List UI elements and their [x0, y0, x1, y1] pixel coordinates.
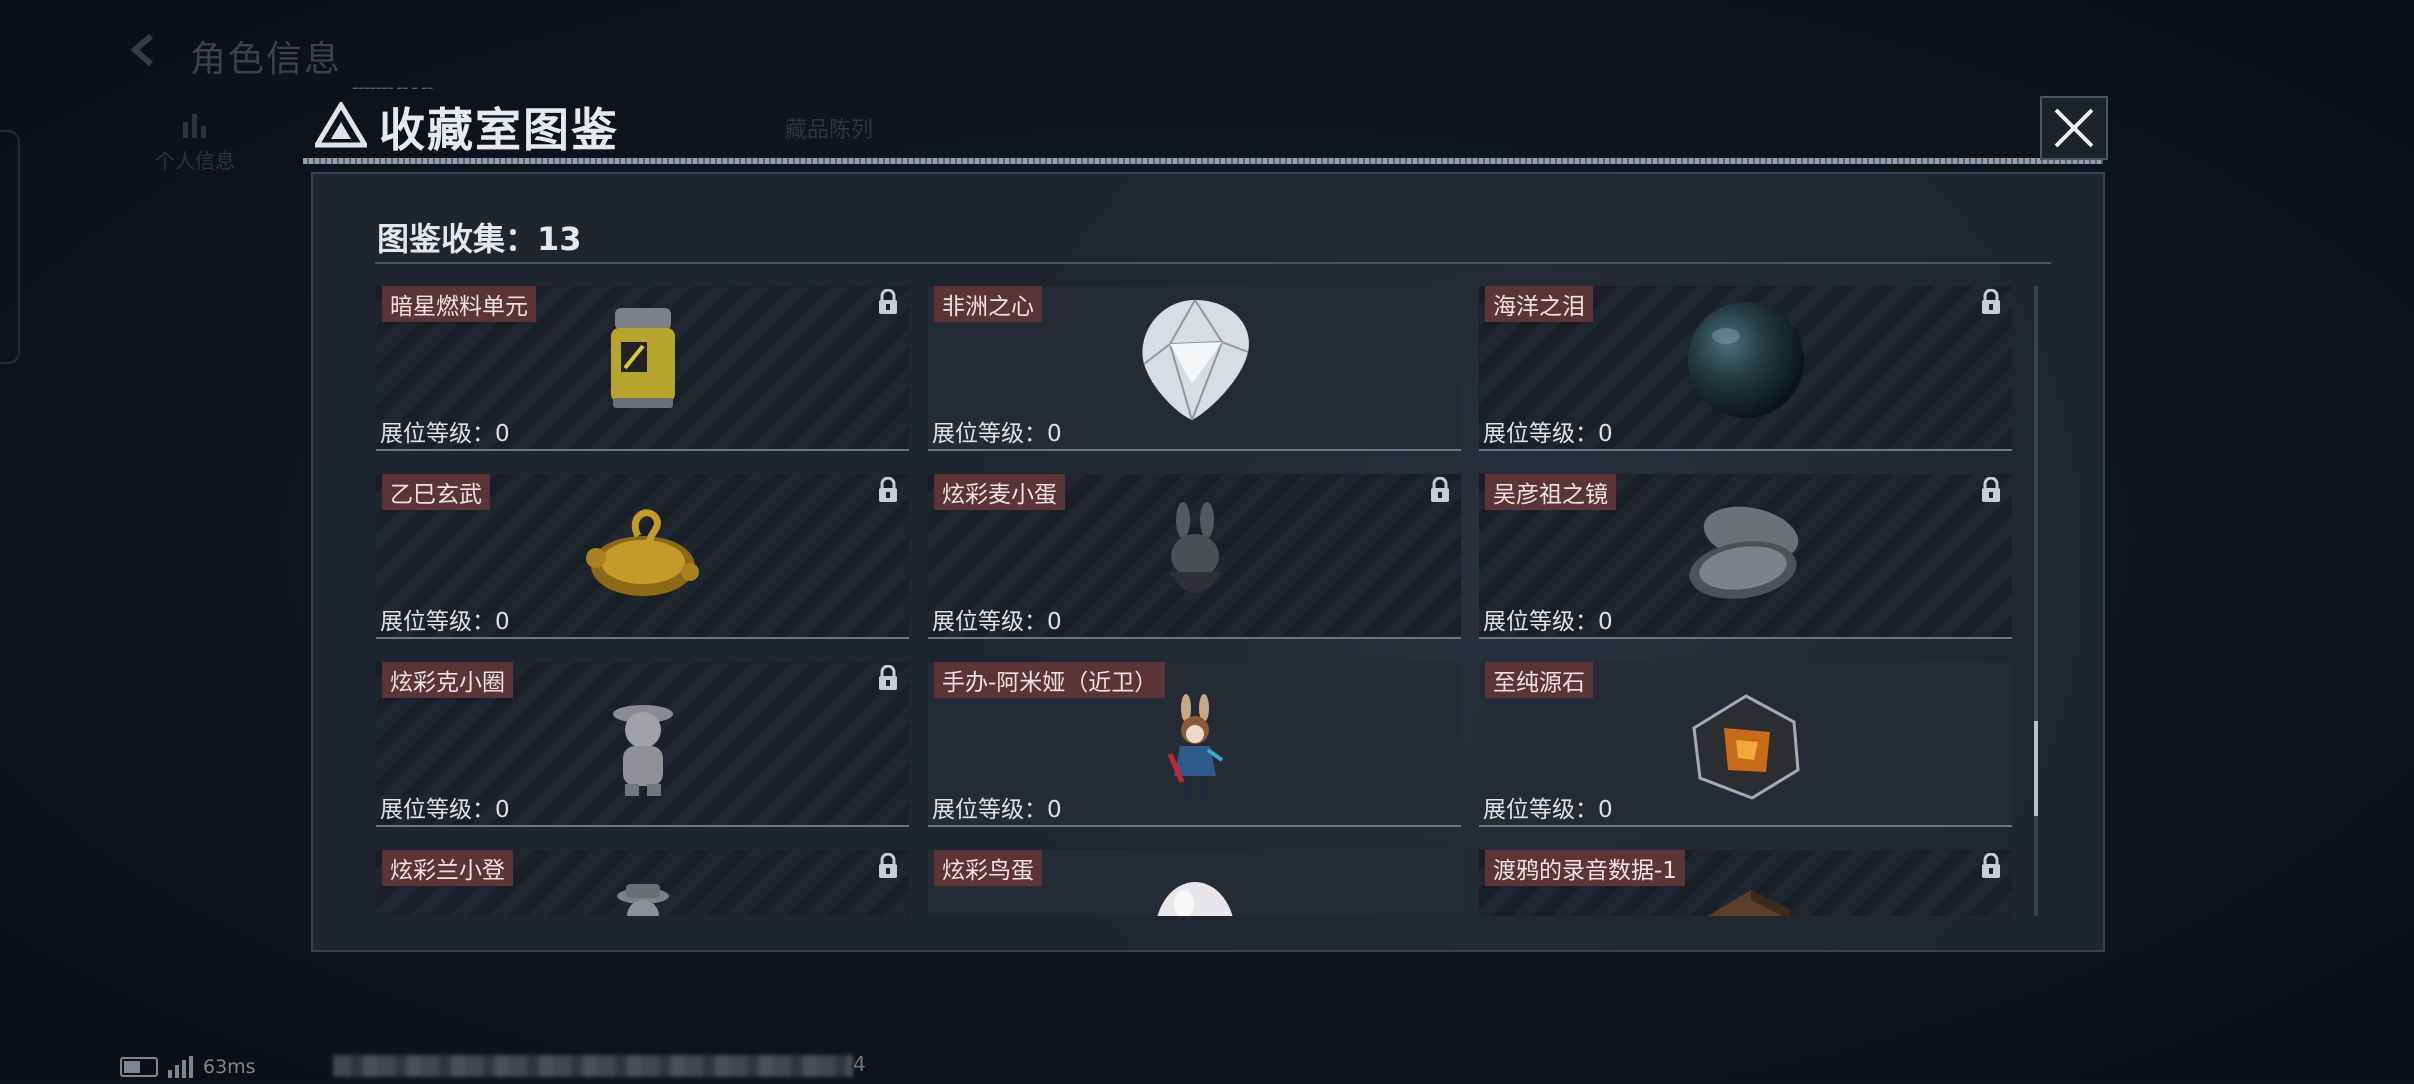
item-name: 炫彩兰小登 — [382, 850, 513, 886]
status-trailing-text: 4 — [853, 1052, 866, 1076]
item-name: 暗星燃料单元 — [382, 286, 536, 322]
collection-card[interactable]: 非洲之心 展位等级：0 — [928, 286, 1461, 451]
pearl-egg-icon — [1156, 882, 1233, 916]
item-name: 炫彩鸟蛋 — [934, 850, 1042, 886]
bunny-egg-icon — [1168, 502, 1221, 593]
collection-grid[interactable]: 暗星燃料单元 展位等级：0 非洲之心 展位等级：0 海洋之泪 展位等级：0 乙巳… — [376, 286, 2016, 916]
lock-icon — [879, 289, 897, 314]
status-bar: 63ms — [120, 1050, 256, 1084]
lock-icon — [1982, 853, 2000, 878]
collection-card[interactable]: 渡鸦的录音数据-1 — [1479, 850, 2012, 916]
lock-icon — [1982, 477, 2000, 502]
collection-divider — [375, 262, 2051, 264]
modal-title: 收藏室图鉴 — [379, 103, 619, 157]
collection-card[interactable]: 海洋之泪 展位等级：0 — [1479, 286, 2012, 451]
collection-card[interactable]: 炫彩克小圈 展位等级：0 — [376, 662, 909, 827]
collection-card[interactable]: 至纯源石 展位等级：0 — [1479, 662, 2012, 827]
exhibit-level: 展位等级：0 — [380, 797, 510, 823]
item-name: 海洋之泪 — [1485, 286, 1593, 322]
lock-icon — [1431, 477, 1449, 502]
collection-card[interactable]: 乙巳玄武 展位等级：0 — [376, 474, 909, 639]
lock-icon — [879, 665, 897, 690]
collection-card[interactable]: 手办-阿米娅（近卫） 展位等级：0 — [928, 662, 1461, 827]
exhibit-level: 展位等级：0 — [380, 421, 510, 447]
close-icon — [2054, 108, 2094, 148]
background-sidebar-item: 个人信息 — [140, 110, 250, 205]
collection-logo-icon — [315, 102, 367, 148]
exhibit-level: 展位等级：0 — [932, 797, 1062, 823]
amiya-figure-icon — [1167, 694, 1223, 800]
modal-header: ━━━━━━━ ━━ ━ ━━ 收藏室图鉴 — [303, 84, 2103, 164]
item-name: 至纯源石 — [1485, 662, 1593, 698]
item-name: 非洲之心 — [934, 286, 1042, 322]
background-title: 角色信息 — [190, 39, 343, 80]
close-button[interactable] — [2040, 96, 2108, 160]
stats-icon — [183, 114, 206, 138]
fuel-canister-icon — [610, 308, 675, 408]
scrollbar-thumb[interactable] — [2034, 721, 2038, 816]
header-divider — [303, 158, 2103, 164]
background-sidebar: 个人信息 — [140, 110, 250, 790]
diamond-icon — [1141, 299, 1249, 421]
exhibit-level: 展位等级：0 — [380, 609, 510, 635]
collection-card[interactable]: 吴彦祖之镜 展位等级：0 — [1479, 474, 2012, 639]
scrollbar[interactable] — [2034, 286, 2038, 916]
item-name: 手办-阿米娅（近卫） — [934, 662, 1166, 698]
collection-card[interactable]: 炫彩兰小登 — [376, 850, 909, 916]
collection-card[interactable]: 暗星燃料单元 展位等级：0 — [376, 286, 909, 451]
collection-card[interactable]: 炫彩麦小蛋 展位等级：0 — [928, 474, 1461, 639]
item-name: 吴彦祖之镜 — [1485, 474, 1616, 510]
collection-panel: 图鉴收集：13 暗星燃料单元 展位等级：0 非洲之心 展位等级：0 海洋之泪 展… — [311, 172, 2105, 952]
item-name: 渡鸦的录音数据-1 — [1485, 850, 1685, 886]
collection-count: 图鉴收集：13 — [377, 220, 582, 258]
lock-icon — [879, 477, 897, 502]
blurred-text — [333, 1055, 853, 1077]
lock-icon — [1982, 289, 2000, 314]
item-name: 乙巳玄武 — [382, 474, 490, 510]
recorder-icon — [1707, 890, 1791, 916]
exhibit-level: 展位等级：0 — [1483, 797, 1613, 823]
exhibit-level: 展位等级：0 — [1483, 421, 1613, 447]
exhibit-level: 展位等级：0 — [1483, 609, 1613, 635]
header-decoration: ━━━━━━━ ━━ ━ ━━ — [353, 84, 434, 93]
lock-icon — [879, 853, 897, 878]
hat-figure-icon — [616, 884, 669, 916]
back-arrow-icon — [130, 33, 153, 67]
collection-card[interactable]: 炫彩鸟蛋 — [928, 850, 1461, 916]
item-name: 炫彩克小圈 — [382, 662, 513, 698]
ping-value: 63ms — [203, 1056, 256, 1078]
signal-icon — [168, 1056, 193, 1078]
item-name: 炫彩麦小蛋 — [934, 474, 1065, 510]
dark-pearl-icon — [1687, 302, 1804, 418]
figurine-icon — [612, 705, 673, 796]
side-drawer-handle — [0, 130, 20, 364]
compact-mirror-icon — [1688, 506, 1798, 599]
golden-turtle-icon — [585, 509, 699, 596]
exhibit-level: 展位等级：0 — [932, 609, 1062, 635]
battery-icon — [120, 1057, 158, 1077]
exhibit-level: 展位等级：0 — [932, 421, 1062, 447]
originium-icon — [1691, 694, 1800, 800]
